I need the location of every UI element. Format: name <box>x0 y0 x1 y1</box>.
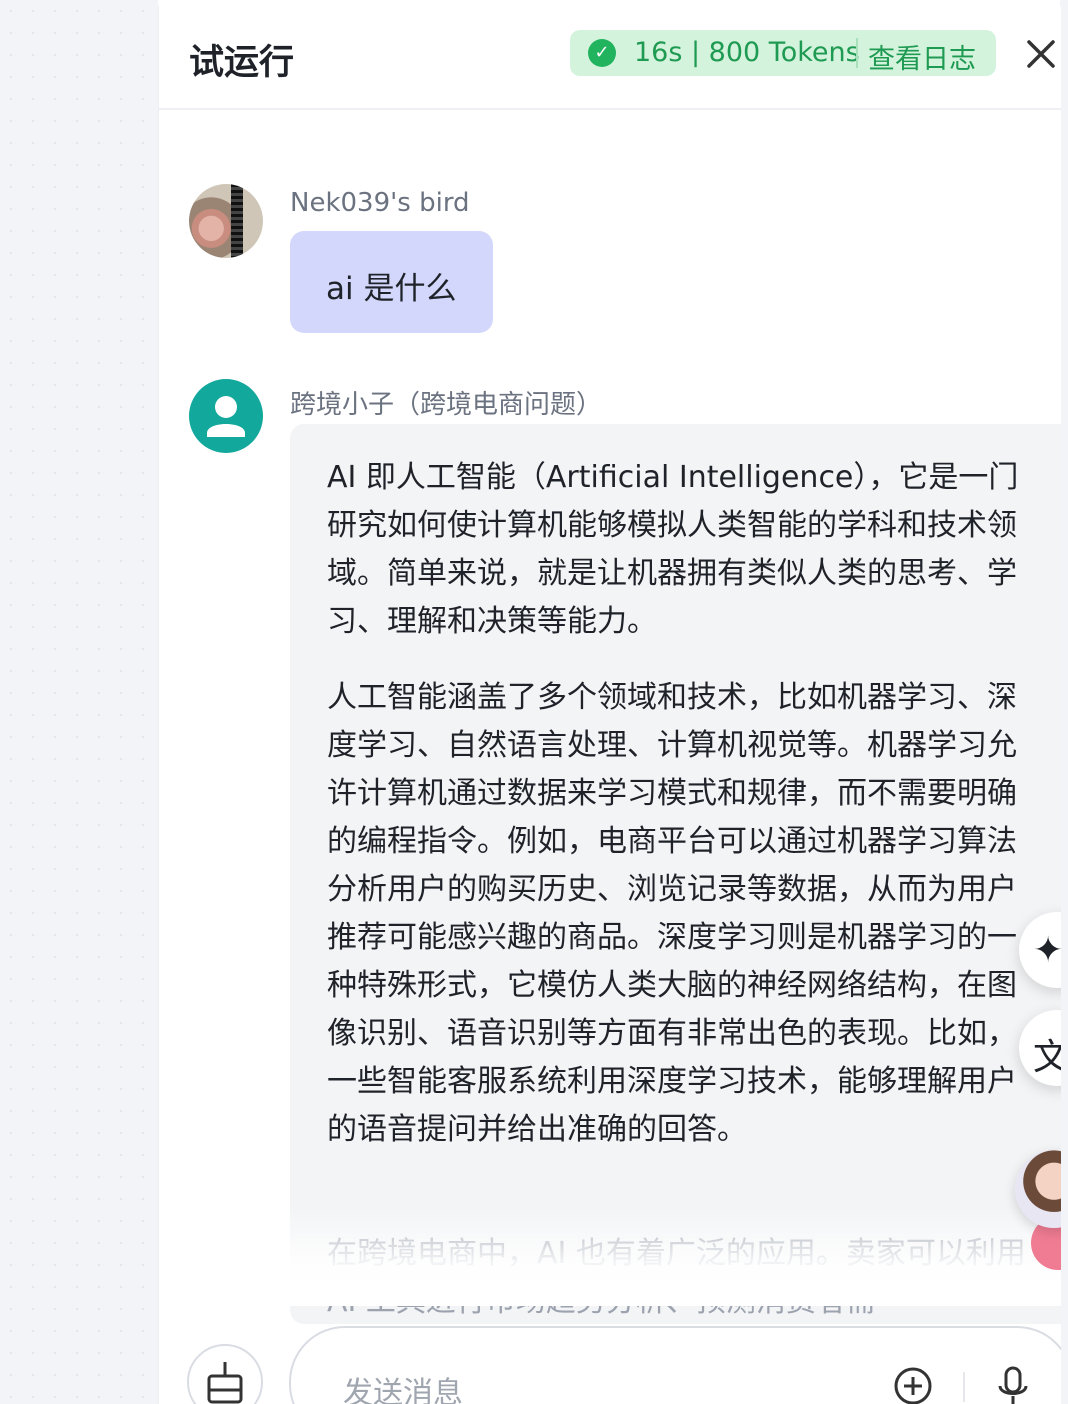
chat-input-bar: 发送消息 <box>159 1316 1061 1404</box>
panel-title: 试运行 <box>189 43 295 83</box>
clear-chat-button[interactable] <box>187 1344 263 1404</box>
user-avatar <box>189 184 263 258</box>
input-placeholder: 发送消息 <box>343 1376 463 1404</box>
canvas-edge <box>1060 0 1068 1404</box>
success-check-icon: ✓ <box>588 39 616 67</box>
bot-paragraph: 人工智能涵盖了多个领域和技术，比如机器学习、深度学习、自然语言处理、计算机视觉等… <box>327 680 1017 1147</box>
bot-paragraph: AI 即人工智能（Artificial Intelligence），它是一门研究… <box>327 460 1019 639</box>
person-icon <box>207 396 245 437</box>
microphone-icon[interactable] <box>993 1364 1033 1404</box>
close-icon[interactable] <box>1021 34 1061 74</box>
workflow-canvas-background <box>0 0 158 1404</box>
sparkle-icon: ✦ <box>1033 930 1061 971</box>
run-status-badge: ✓ 16s | 800 Tokens 查看日志 <box>570 30 996 76</box>
badge-divider <box>856 38 858 68</box>
bot-avatar <box>189 379 263 453</box>
input-divider <box>963 1372 965 1402</box>
bot-name: 跨境小子（跨境电商问题） <box>290 390 603 420</box>
add-attachment-icon[interactable] <box>893 1366 933 1404</box>
translate-icon: 文 <box>1033 1028 1061 1080</box>
message-input[interactable]: 发送消息 <box>289 1326 1061 1404</box>
user-message-text: ai 是什么 <box>326 271 457 307</box>
run-stats: 16s | 800 Tokens <box>634 37 860 68</box>
broom-icon <box>207 1362 243 1404</box>
scroll-fade <box>159 1206 1061 1306</box>
user-message-bubble: ai 是什么 <box>290 231 493 333</box>
panel-header: 试运行 ✓ 16s | 800 Tokens 查看日志 <box>159 6 1061 110</box>
bot-message-bubble: AI 即人工智能（Artificial Intelligence），它是一门研究… <box>290 424 1061 1324</box>
test-run-panel: 试运行 ✓ 16s | 800 Tokens 查看日志 Nek039's bir… <box>158 6 1061 1404</box>
view-log-link[interactable]: 查看日志 <box>868 37 976 76</box>
user-name: Nek039's bird <box>290 188 470 218</box>
